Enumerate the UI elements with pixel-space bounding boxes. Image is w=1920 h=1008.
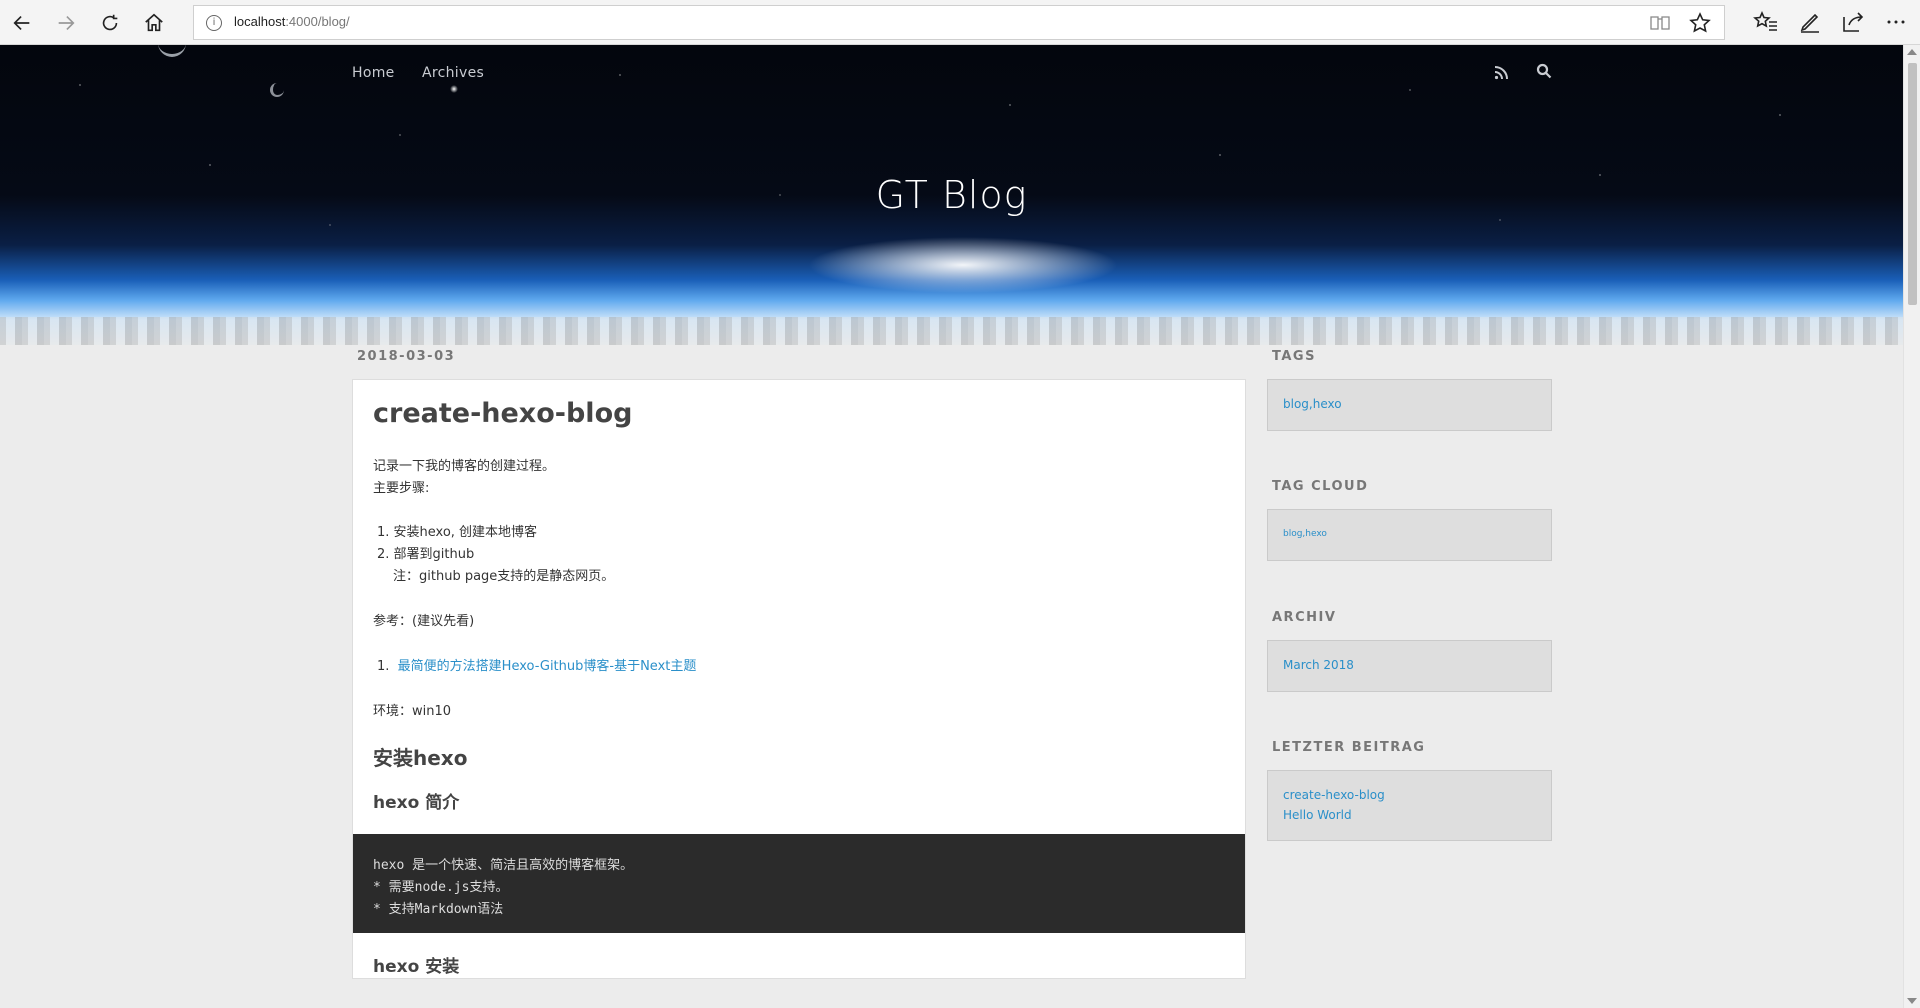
share-icon[interactable] xyxy=(1839,8,1867,36)
list-item-step: 1. 安装hexo, 创建本地博客 xyxy=(377,525,538,540)
reference-link[interactable]: 最简便的方法搭建Hexo-Github博客-基于Next主题 xyxy=(398,659,697,674)
post-intro-line: 主要步骤: xyxy=(373,481,430,496)
site-title[interactable]: GT Blog xyxy=(0,173,1903,217)
scroll-down-icon[interactable] xyxy=(1907,998,1917,1004)
step-note: 注：github page支持的是静态网页。 xyxy=(393,569,615,584)
widget-title-tags: TAGS xyxy=(1272,349,1316,364)
code-block: hexo 是一个快速、简洁且高效的博客框架。 * 需要node.js支持。 * … xyxy=(353,834,1245,933)
browser-toolbar: i localhost:4000/blog/ xyxy=(0,0,1920,45)
favorite-star-icon[interactable] xyxy=(1688,11,1712,35)
tag-cloud-link[interactable]: blog,hexo xyxy=(1283,529,1327,539)
scroll-up-icon[interactable] xyxy=(1907,49,1917,55)
address-url[interactable]: localhost:4000/blog/ xyxy=(234,14,350,29)
code-line: hexo 是一个快速、简洁且高效的博客框架。 xyxy=(373,858,634,873)
address-bar[interactable]: i localhost:4000/blog/ xyxy=(193,5,1725,40)
refresh-icon[interactable] xyxy=(93,6,127,40)
reference-item: 1. 最简便的方法搭建Hexo-Github博客-基于Next主题 xyxy=(377,655,696,674)
environment-text: 环境：win10 xyxy=(373,704,452,719)
widget-recent-posts: create-hexo-blog Hello World xyxy=(1267,770,1552,841)
code-line: * 支持Markdown语法 xyxy=(373,902,504,917)
subsection-heading: hexo 安装 xyxy=(373,957,460,977)
home-icon[interactable] xyxy=(137,6,171,40)
post-title[interactable]: create-hexo-blog xyxy=(373,398,632,429)
nav-home-link[interactable]: Home xyxy=(352,65,395,81)
cloud-layer-decoration xyxy=(0,317,1903,345)
header-banner: Home Archives GT Blog xyxy=(0,45,1903,345)
planet-decoration xyxy=(270,83,284,97)
info-icon[interactable]: i xyxy=(206,15,222,31)
archive-link[interactable]: March 2018 xyxy=(1283,658,1354,672)
tag-link[interactable]: blog,hexo xyxy=(1283,397,1342,411)
scrollbar-thumb[interactable] xyxy=(1908,63,1917,305)
url-path: :4000/blog/ xyxy=(285,14,350,29)
widget-tags: blog,hexo xyxy=(1267,379,1552,431)
widget-tag-cloud: blog,hexo xyxy=(1267,509,1552,561)
page-scrollbar[interactable] xyxy=(1903,45,1920,1008)
subsection-heading: hexo 简介 xyxy=(373,793,460,813)
nav-archives-link[interactable]: Archives xyxy=(422,65,484,81)
page-viewport: Home Archives GT Blog 2018-03-03 create-… xyxy=(0,45,1903,1008)
rss-icon[interactable] xyxy=(1494,65,1508,80)
star-sparkle-decoration xyxy=(450,85,458,93)
widget-title-tag-cloud: TAG CLOUD xyxy=(1272,479,1369,494)
reference-number: 1. xyxy=(377,659,390,674)
more-icon[interactable] xyxy=(1882,8,1910,36)
reference-label: 参考：(建议先看) xyxy=(373,614,475,629)
forward-icon[interactable] xyxy=(49,6,83,40)
widget-archive: March 2018 xyxy=(1267,640,1552,692)
recent-post-link[interactable]: Hello World xyxy=(1283,808,1352,822)
code-line: * 需要node.js支持。 xyxy=(373,880,509,895)
list-item-step: 2. 部署到github xyxy=(377,547,475,562)
section-heading: 安装hexo xyxy=(373,746,468,770)
pen-icon[interactable] xyxy=(1796,8,1824,36)
widget-title-archive: ARCHIV xyxy=(1272,610,1337,625)
post-card: create-hexo-blog 记录一下我的博客的创建过程。 主要步骤: 1.… xyxy=(352,379,1246,979)
reading-view-icon[interactable] xyxy=(1650,15,1670,31)
search-icon[interactable] xyxy=(1536,63,1552,79)
post-date: 2018-03-03 xyxy=(357,349,456,364)
favorites-hub-icon[interactable] xyxy=(1752,8,1780,36)
url-host: localhost xyxy=(234,14,286,29)
widget-title-recent: LETZTER BEITRAG xyxy=(1272,740,1426,755)
post-intro-line: 记录一下我的博客的创建过程。 xyxy=(373,459,556,474)
recent-post-link[interactable]: create-hexo-blog xyxy=(1283,788,1385,802)
back-icon[interactable] xyxy=(5,6,39,40)
